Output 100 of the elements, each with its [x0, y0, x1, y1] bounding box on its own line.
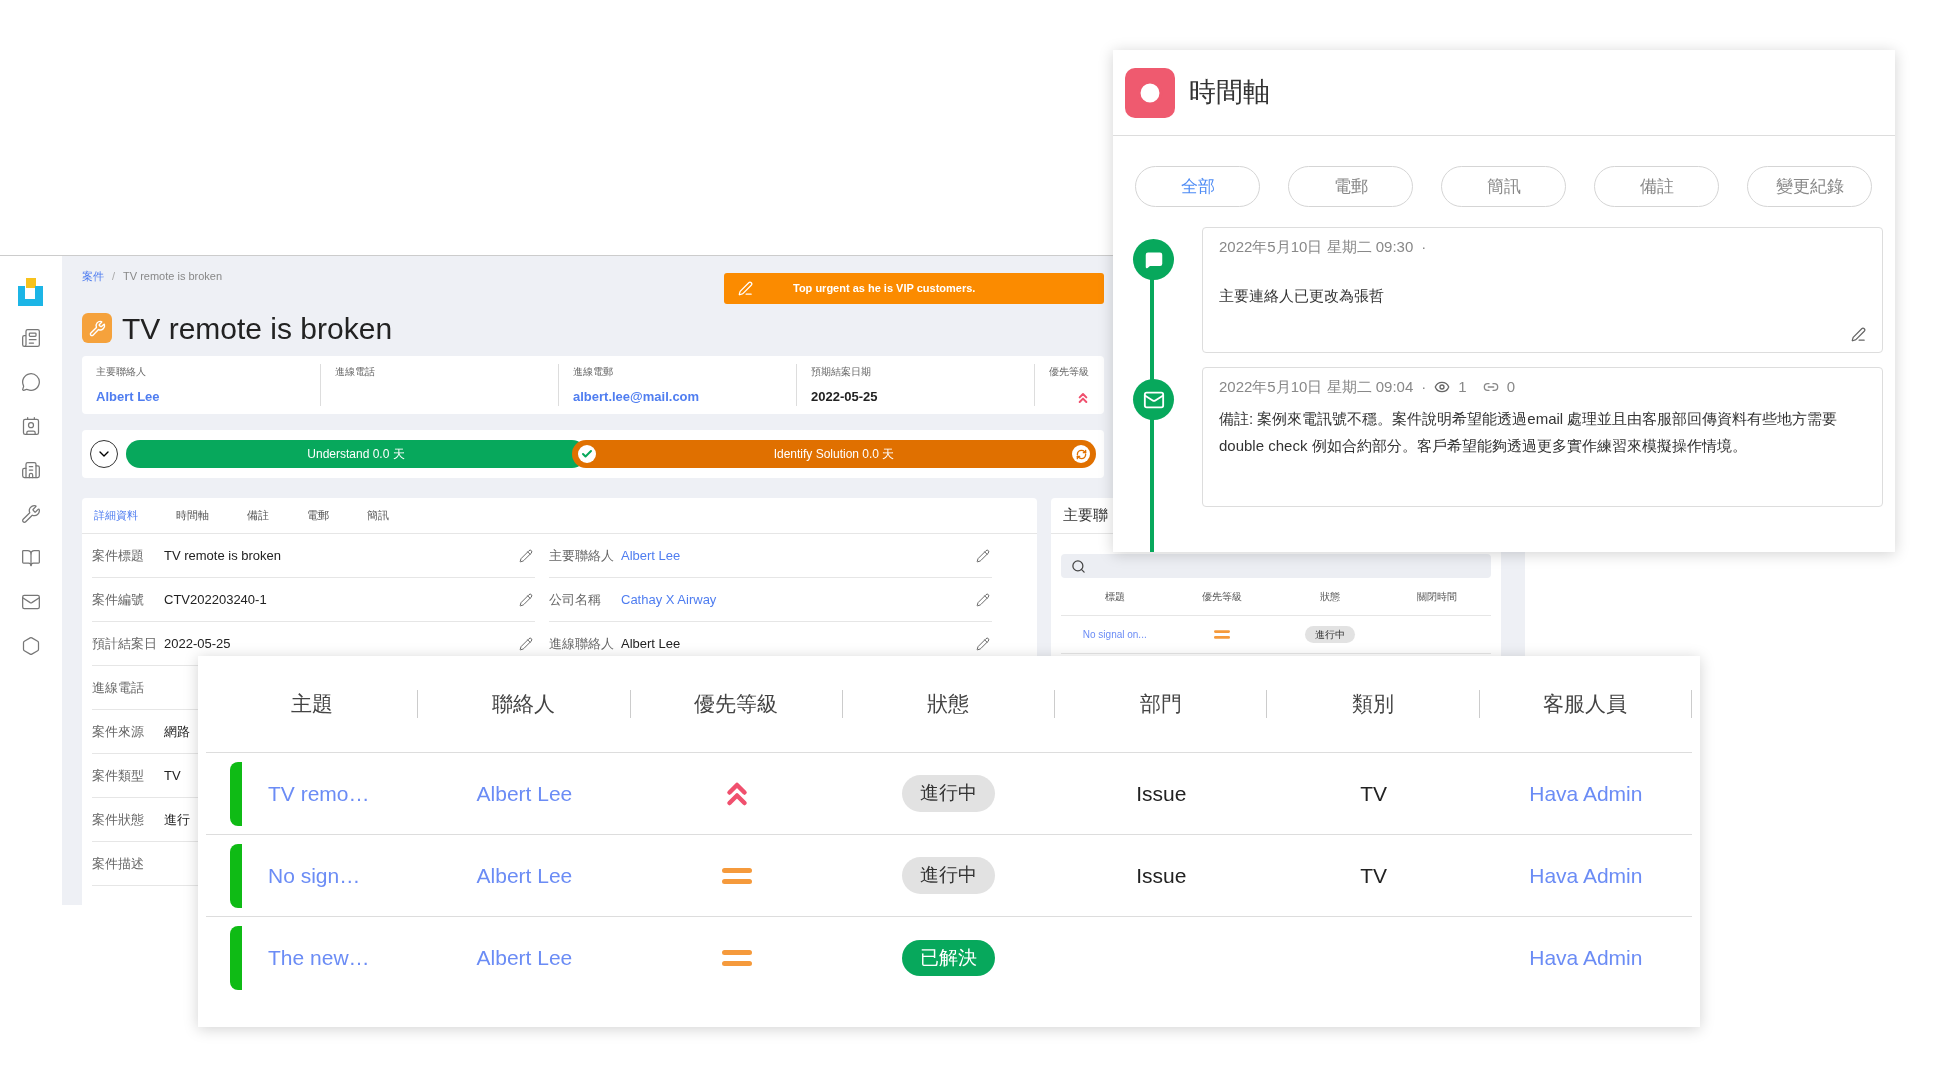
field-value[interactable]: Albert Lee: [621, 545, 681, 566]
edit-icon[interactable]: [976, 548, 990, 563]
search-field[interactable]: [1061, 554, 1491, 578]
case-icon: [82, 313, 112, 343]
table-cell-text: TV: [1359, 780, 1388, 807]
edit-icon[interactable]: [976, 636, 990, 651]
field-label: 進線電話: [92, 678, 145, 697]
tab[interactable]: 詳細資料: [94, 507, 138, 524]
progress-stage: Identify Solution 0.0 天: [572, 440, 1096, 468]
row-marker: [230, 843, 242, 908]
contact-link[interactable]: Albert Lee: [418, 777, 631, 810]
breadcrumb-item[interactable]: 案件: [82, 268, 104, 285]
case-link[interactable]: TV remo…: [268, 777, 370, 810]
column-header: 關閉時間: [1416, 590, 1459, 604]
tab[interactable]: 備註: [247, 507, 269, 524]
column-header: 優先等級: [693, 691, 780, 718]
summary-label: 進線電話: [335, 365, 376, 379]
status-badge: 進行中: [1304, 626, 1355, 643]
row-marker: [230, 761, 242, 826]
summary-value: 2022-05-25: [811, 387, 879, 406]
tab[interactable]: 簡訊: [367, 507, 389, 524]
link-count: 0: [1506, 377, 1515, 397]
status-badge: 進行中: [902, 857, 996, 894]
case-link[interactable]: No signal on...: [1061, 627, 1169, 642]
field-label: 案件編號: [92, 590, 145, 609]
entry-text: 備註: 案例來電訊號不穩。案件說明希望能透過email 處理並且由客服部回傳資料有些地方需要double check 例如合約部分。客戶希望能夠透過更多實作練習來模擬操作情境。: [1219, 408, 1839, 456]
field-label: 案件描述: [92, 854, 145, 873]
case-link[interactable]: No sign…: [268, 859, 361, 892]
edit-icon[interactable]: [519, 636, 533, 651]
column-header: 狀態: [1318, 590, 1341, 604]
agent-link[interactable]: Hava Admin: [1479, 777, 1692, 810]
report-icon[interactable]: [21, 328, 41, 348]
field-value[interactable]: Cathay X Airway: [621, 589, 717, 610]
entry-time: 2022年5月10日 星期二 09:04: [1219, 377, 1414, 397]
column-header: 部門: [1138, 691, 1183, 718]
wrench-icon[interactable]: [21, 504, 41, 524]
contact-link[interactable]: Albert Lee: [418, 942, 631, 974]
field-label: 案件類型: [92, 766, 145, 785]
field-value: Albert Lee: [621, 634, 681, 653]
summary-label: 預期結案日期: [811, 365, 872, 379]
field-value: 2022-05-25: [164, 634, 231, 653]
field-label: 公司名稱: [549, 590, 602, 609]
separator-dot: ·: [1421, 237, 1427, 257]
separator-dot: ·: [1421, 377, 1427, 397]
hexagon-icon[interactable]: [21, 636, 41, 656]
column-header: 狀態: [926, 691, 971, 718]
edit-icon[interactable]: [1851, 327, 1866, 342]
summary-label: 優先等級: [1049, 365, 1090, 379]
logo-icon[interactable]: [16, 278, 46, 308]
field-value: CTV202203240-1: [164, 590, 267, 609]
page-title: TV remote is broken: [122, 310, 393, 347]
field-label: 主要聯絡人: [549, 546, 615, 565]
tab[interactable]: 電郵: [307, 507, 329, 524]
summary-value[interactable]: Albert Lee: [96, 386, 306, 406]
search-icon: [1071, 558, 1086, 574]
mail-icon[interactable]: [21, 592, 41, 612]
contact-book-icon[interactable]: [21, 416, 41, 436]
column-header: 優先等級: [1201, 590, 1244, 604]
status-badge: 進行中: [902, 775, 996, 812]
agent-link[interactable]: Hava Admin: [1479, 859, 1692, 892]
summary-value[interactable]: albert.lee@mail.com: [573, 386, 782, 406]
check-icon: [578, 445, 596, 463]
contact-link[interactable]: Albert Lee: [418, 859, 631, 892]
window-title: 時間軸: [1189, 76, 1270, 110]
entry-text: 主要連絡人已更改為張哲: [1219, 285, 1385, 306]
column-header: 標題: [1103, 590, 1126, 604]
field-value: 進行: [164, 810, 190, 829]
field-label: 進線聯絡人: [549, 634, 615, 653]
summary-label: 進線電郵: [573, 365, 614, 379]
table-cell-text: TV: [1359, 862, 1388, 889]
summary-label: 主要聯絡人: [96, 365, 147, 379]
edit-icon[interactable]: [519, 548, 533, 563]
column-header: 客服人員: [1542, 691, 1629, 718]
row-marker: [230, 926, 242, 990]
pencil-icon: [738, 281, 753, 296]
edit-icon[interactable]: [976, 592, 990, 607]
table-cell-text: Issue: [1135, 780, 1188, 807]
field-value: TV: [164, 766, 181, 785]
refresh-icon[interactable]: [1072, 445, 1090, 463]
breadcrumb-separator: /: [112, 269, 116, 284]
tab[interactable]: 時間軸: [176, 507, 209, 524]
field-value: 網路: [164, 722, 190, 741]
field-label: 案件標題: [92, 546, 145, 565]
breadcrumb-item: TV remote is broken: [123, 269, 223, 284]
book-icon[interactable]: [21, 548, 41, 568]
column-header: 類別: [1351, 691, 1396, 718]
panel-title: 主要聯: [1063, 505, 1108, 526]
field-label: 案件狀態: [92, 810, 145, 829]
status-badge: 已解決: [902, 939, 996, 977]
column-header: 主題: [289, 691, 334, 718]
field-label: 案件來源: [92, 722, 145, 741]
field-value: TV remote is broken: [164, 546, 282, 565]
building-icon[interactable]: [21, 460, 41, 480]
agent-link[interactable]: Hava Admin: [1479, 942, 1692, 974]
edit-icon[interactable]: [519, 592, 533, 607]
entry-time: 2022年5月10日 星期二 09:30: [1219, 237, 1414, 257]
chat-icon[interactable]: [21, 372, 41, 392]
field-label: 預計結案日: [92, 634, 158, 653]
view-count: 1: [1458, 377, 1467, 397]
case-link[interactable]: The new…: [268, 942, 370, 974]
